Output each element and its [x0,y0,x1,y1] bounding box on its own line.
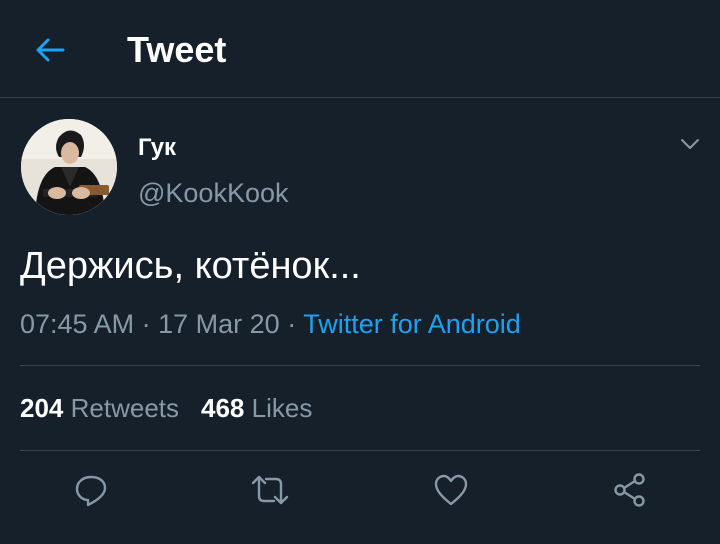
tweet-date: 17 Mar 20 [158,309,280,339]
share-button[interactable] [610,472,650,508]
tweet-meta: 07:45 AM · 17 Mar 20 · Twitter for Andro… [20,307,521,341]
author-name[interactable]: Гук [138,133,176,163]
likes-stat[interactable]: 468 Likes [201,392,312,424]
tweet-time: 07:45 AM [20,309,135,339]
avatar[interactable] [21,119,117,215]
divider [20,450,700,451]
tweet-text: Держись, котёнок... [20,245,361,287]
arrow-left-icon [36,38,65,62]
divider [20,365,700,366]
like-button[interactable] [431,472,471,508]
more-options-button[interactable] [676,132,704,156]
avatar-photo [21,119,117,215]
back-button[interactable] [30,32,70,68]
chevron-down-icon [681,139,699,149]
tweet-source-link[interactable]: Twitter for Android [303,309,521,339]
retweets-stat[interactable]: 204 Retweets [20,392,179,424]
reply-button[interactable] [71,472,111,508]
likes-label: Likes [251,393,313,423]
tweet-stats: 204 Retweets 468 Likes [20,392,312,424]
page-title: Tweet [127,29,227,70]
retweets-label: Retweets [70,393,180,423]
retweets-count: 204 [20,393,64,423]
reply-icon [75,475,107,507]
heart-icon [434,474,468,506]
author-handle[interactable]: @KookKook [138,177,289,209]
meta-separator: · [287,309,297,339]
meta-separator: · [141,309,151,339]
retweet-icon [251,475,289,505]
retweet-button[interactable] [250,472,290,508]
top-bar: Tweet [0,0,720,98]
tweet-screen: Tweet Гук @KookKook Держись, котёнок... … [0,0,720,544]
likes-count: 468 [201,393,245,423]
share-icon [614,473,645,507]
